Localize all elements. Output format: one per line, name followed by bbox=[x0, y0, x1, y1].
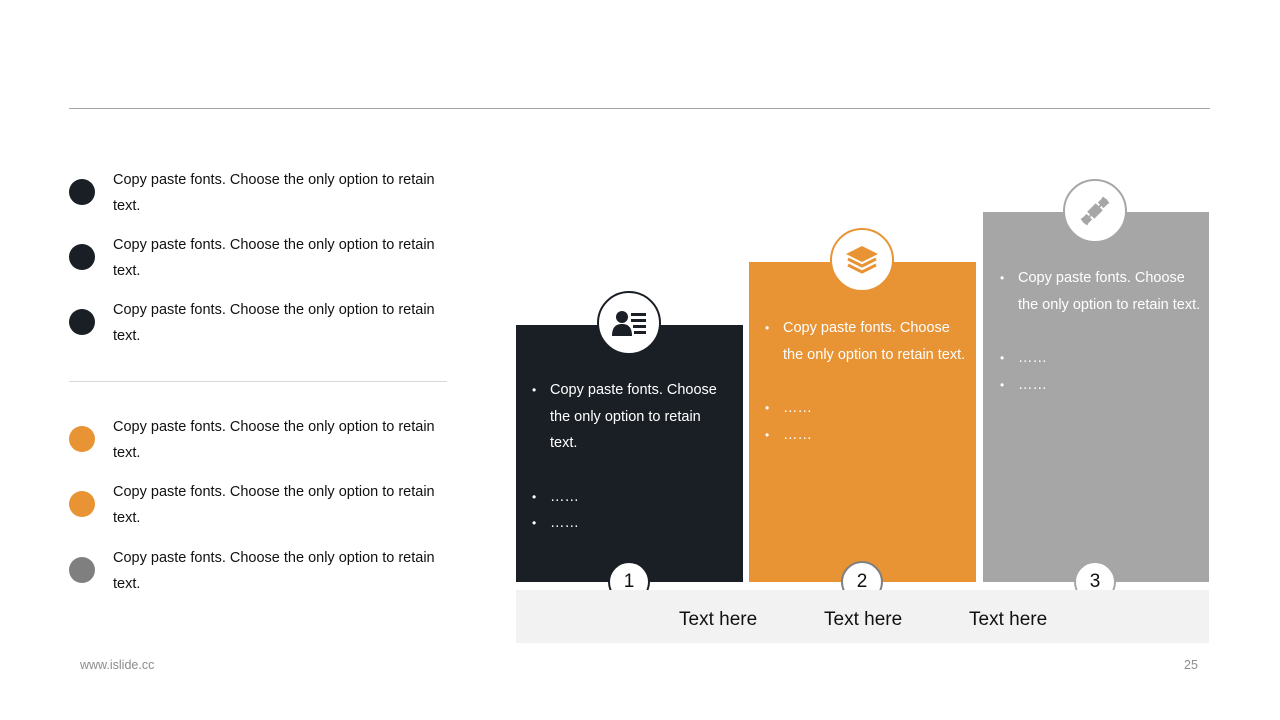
satellite-icon bbox=[1063, 179, 1127, 243]
base-label-1: Text here bbox=[679, 609, 758, 630]
list-divider bbox=[69, 381, 447, 382]
column-bullet: …… bbox=[532, 510, 732, 537]
bullet-dot bbox=[69, 309, 95, 335]
base-label-2: Text here bbox=[824, 609, 903, 630]
step-column-1: Copy paste fonts. Choose the only option… bbox=[516, 325, 743, 582]
list-item-text: Copy paste fonts. Choose the only option… bbox=[113, 237, 435, 279]
bullet-dot bbox=[69, 426, 95, 452]
bullet-dot bbox=[69, 491, 95, 517]
column-bullet: …… bbox=[1000, 345, 1205, 372]
list-item-text: Copy paste fonts. Choose the only option… bbox=[113, 484, 435, 526]
list-item: Copy paste fonts. Choose the only option… bbox=[69, 479, 449, 535]
list-item: Copy paste fonts. Choose the only option… bbox=[69, 545, 449, 601]
list-item: Copy paste fonts. Choose the only option… bbox=[69, 232, 449, 288]
step-column-3: Copy paste fonts. Choose the only option… bbox=[983, 212, 1209, 582]
bullet-dot bbox=[69, 244, 95, 270]
user-list-icon bbox=[597, 291, 661, 355]
column-bullet: …… bbox=[765, 422, 970, 449]
page-number: 25 bbox=[1184, 658, 1198, 672]
header-divider bbox=[69, 108, 1210, 109]
step-column-2: Copy paste fonts. Choose the only option… bbox=[749, 262, 976, 582]
column-bullet: …… bbox=[765, 395, 970, 422]
list-item-text: Copy paste fonts. Choose the only option… bbox=[113, 302, 435, 344]
list-item-text: Copy paste fonts. Choose the only option… bbox=[113, 172, 435, 214]
column-bullet: …… bbox=[1000, 372, 1205, 399]
column-bullet: Copy paste fonts. Choose the only option… bbox=[532, 377, 732, 457]
column-bullet: Copy paste fonts. Choose the only option… bbox=[1000, 265, 1205, 318]
list-item: Copy paste fonts. Choose the only option… bbox=[69, 297, 449, 353]
list-item-text: Copy paste fonts. Choose the only option… bbox=[113, 550, 435, 592]
bullet-dot bbox=[69, 179, 95, 205]
list-item: Copy paste fonts. Choose the only option… bbox=[69, 167, 449, 223]
layers-icon bbox=[830, 228, 894, 292]
footer-website: www.islide.cc bbox=[80, 658, 155, 672]
list-item-text: Copy paste fonts. Choose the only option… bbox=[113, 419, 435, 461]
column-bullet: Copy paste fonts. Choose the only option… bbox=[765, 315, 970, 368]
column-bullet: …… bbox=[532, 484, 732, 511]
bullet-dot bbox=[69, 557, 95, 583]
base-label-3: Text here bbox=[969, 609, 1048, 630]
list-item: Copy paste fonts. Choose the only option… bbox=[69, 414, 449, 470]
